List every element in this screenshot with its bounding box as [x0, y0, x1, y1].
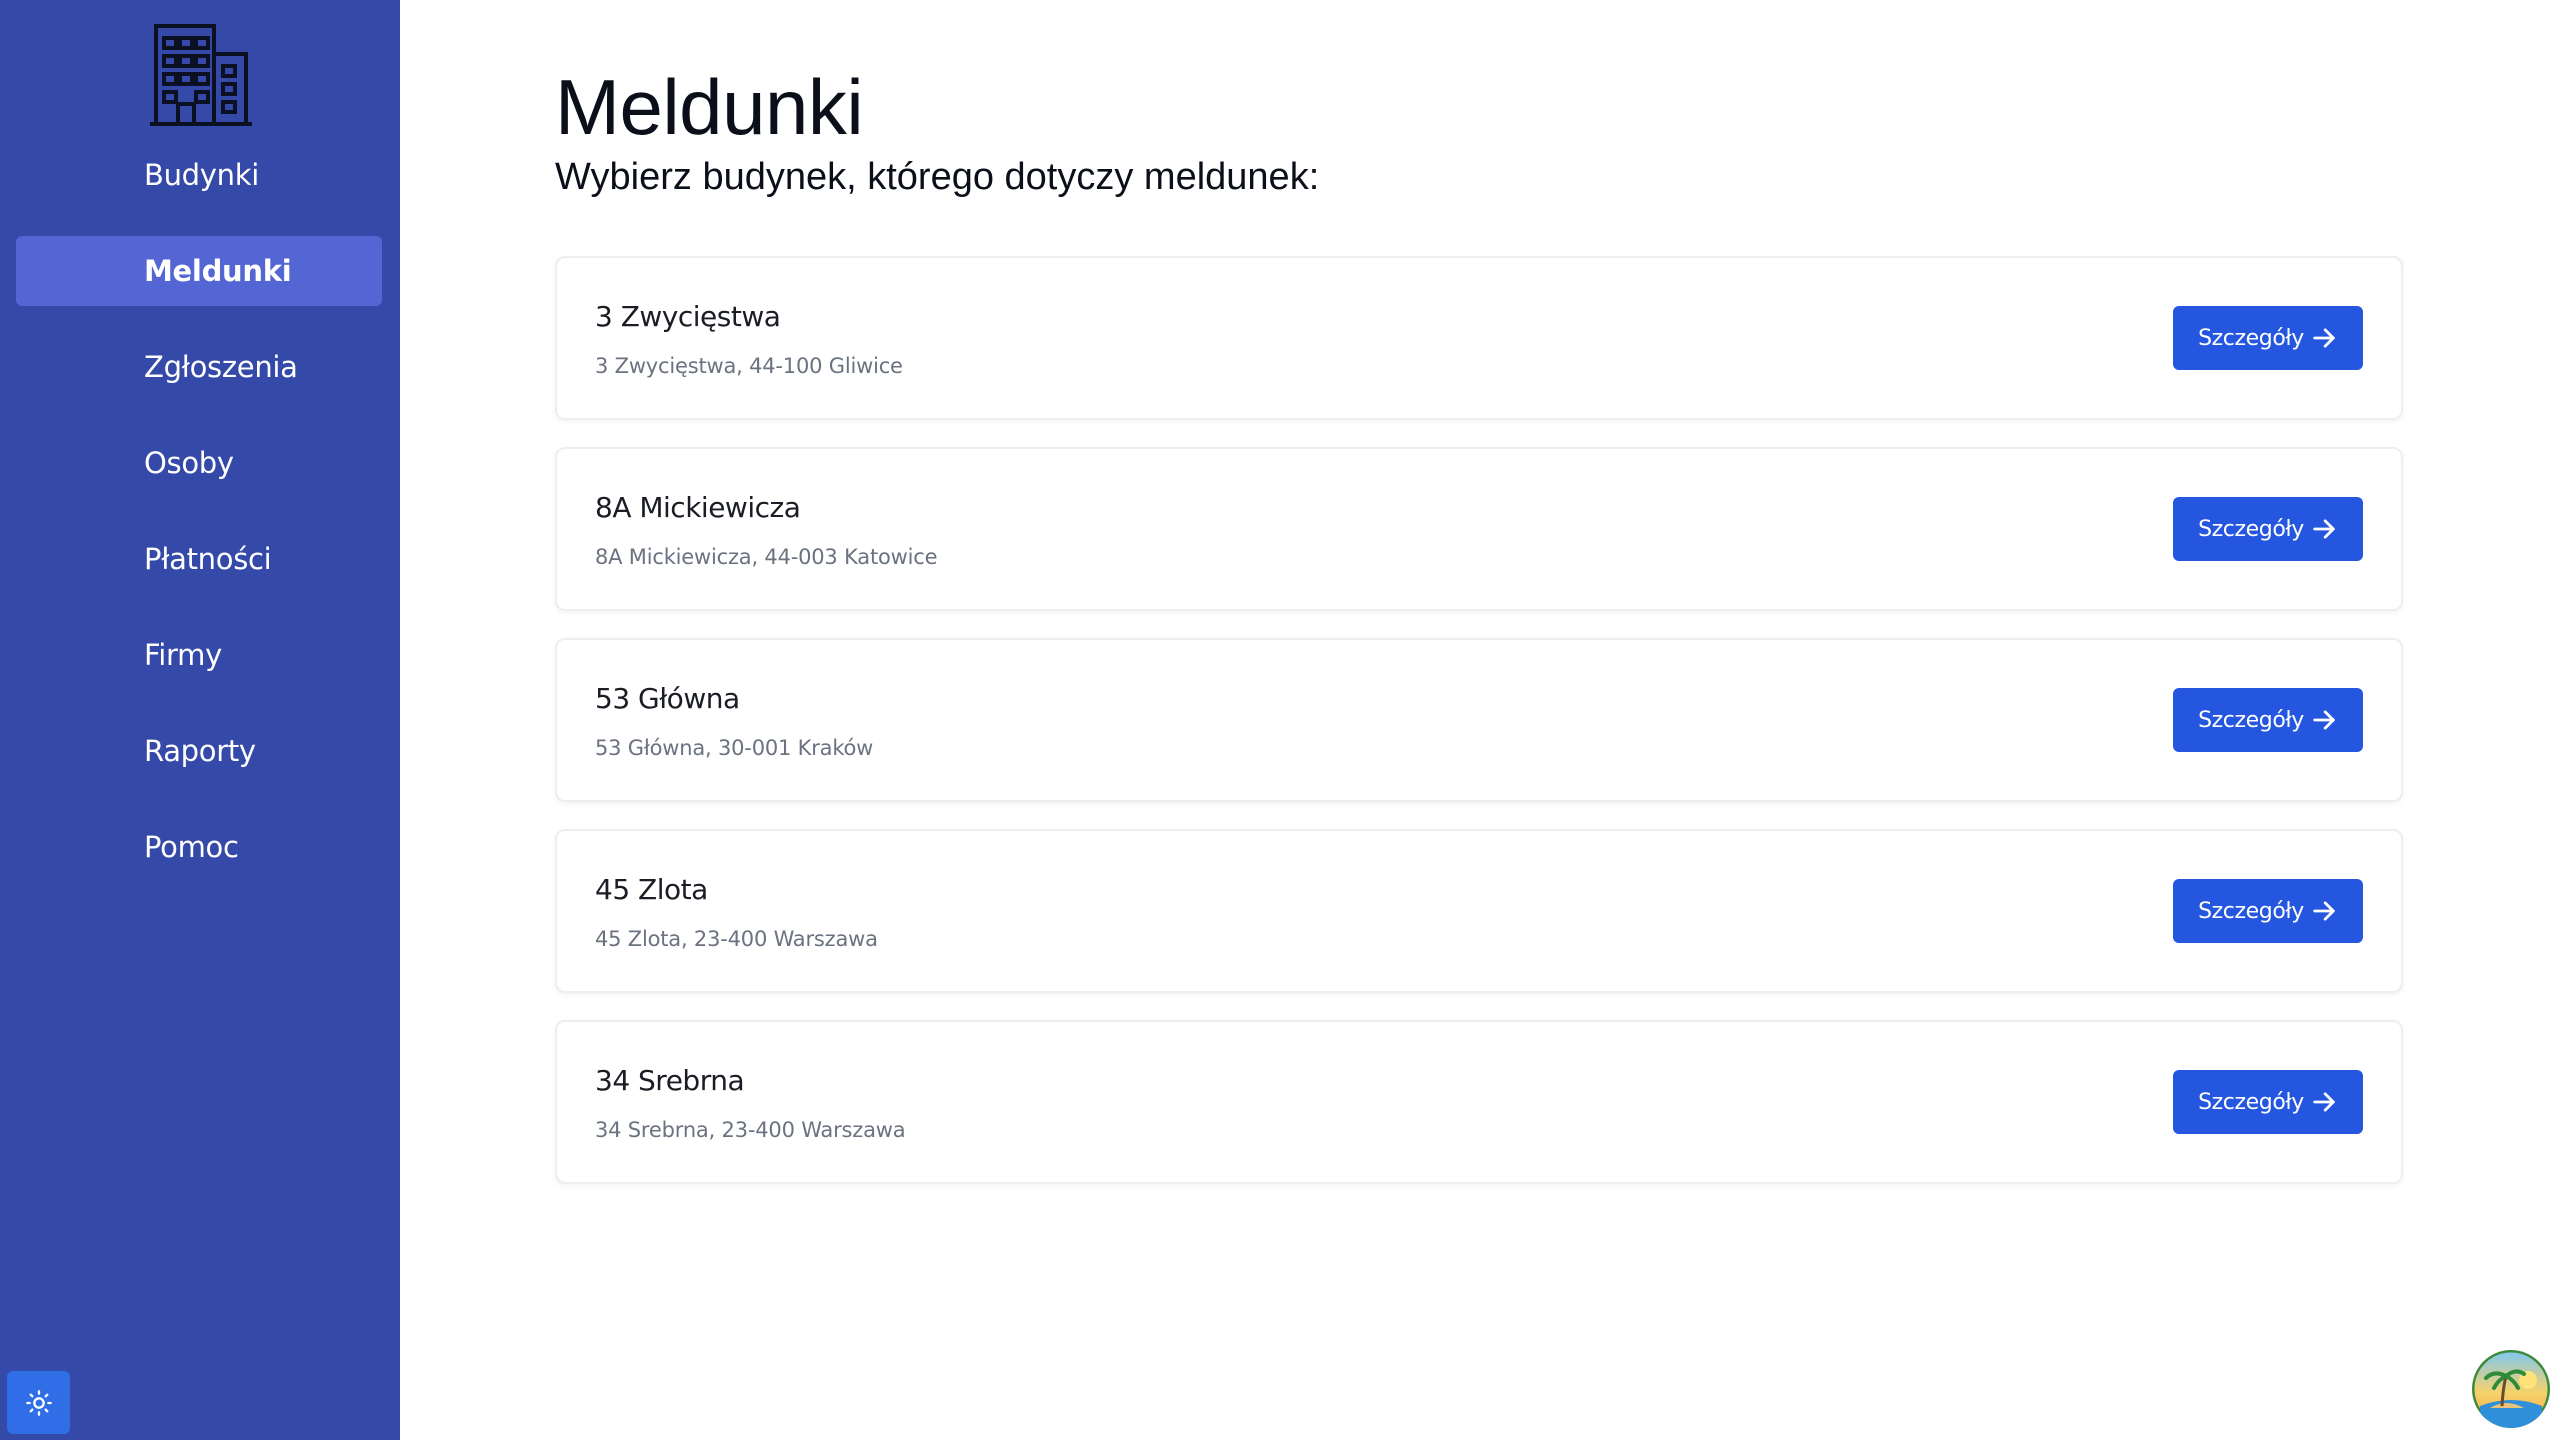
building-name: 34 Srebrna — [595, 1064, 745, 1097]
sidebar-item-label: Budynki — [144, 158, 259, 192]
building-address: 53 Główna, 30-001 Kraków — [595, 736, 874, 760]
sidebar-item-label: Osoby — [144, 446, 234, 480]
building-icon[interactable] — [148, 20, 254, 128]
details-button[interactable]: Szczegóły — [2173, 306, 2363, 370]
details-button-label: Szczegóły — [2198, 1089, 2304, 1115]
building-address: 45 Zlota, 23-400 Warszawa — [595, 927, 878, 951]
details-button[interactable]: Szczegóły — [2173, 497, 2363, 561]
app-root: Budynki Meldunki Zgłoszenia Osoby Płatno… — [0, 0, 2560, 1440]
sidebar-item-budynki[interactable]: Budynki — [16, 140, 382, 210]
page-title: Meldunki — [555, 63, 864, 151]
building-card: 53 Główna 53 Główna, 30-001 Kraków Szcze… — [555, 638, 2403, 802]
details-button-label: Szczegóły — [2198, 707, 2304, 733]
sidebar-item-label: Pomoc — [144, 830, 239, 864]
building-name: 53 Główna — [595, 682, 740, 715]
sidebar-item-osoby[interactable]: Osoby — [16, 428, 382, 498]
details-button[interactable]: Szczegóły — [2173, 1070, 2363, 1134]
theme-toggle-button[interactable] — [7, 1371, 70, 1434]
details-button-label: Szczegóły — [2198, 898, 2304, 924]
sun-icon — [25, 1389, 52, 1416]
page-subtitle: Wybierz budynek, którego dotyczy meldune… — [555, 156, 1320, 198]
arrow-right-icon — [2313, 1092, 2335, 1112]
assistant-avatar-button[interactable] — [2472, 1350, 2550, 1428]
details-button-label: Szczegóły — [2198, 325, 2304, 351]
sidebar-item-label: Zgłoszenia — [144, 350, 298, 384]
arrow-right-icon — [2313, 519, 2335, 539]
arrow-right-icon — [2313, 328, 2335, 348]
sidebar-item-pomoc[interactable]: Pomoc — [16, 812, 382, 882]
building-name: 3 Zwycięstwa — [595, 300, 781, 333]
building-address: 3 Zwycięstwa, 44-100 Gliwice — [595, 354, 903, 378]
details-button[interactable]: Szczegóły — [2173, 688, 2363, 752]
building-name: 45 Zlota — [595, 873, 708, 906]
sidebar-item-raporty[interactable]: Raporty — [16, 716, 382, 786]
sidebar-item-label: Meldunki — [144, 254, 292, 288]
main-content: Meldunki Wybierz budynek, którego dotycz… — [400, 0, 2560, 1440]
details-button[interactable]: Szczegóły — [2173, 879, 2363, 943]
sidebar-item-label: Płatności — [144, 542, 272, 576]
details-button-label: Szczegóły — [2198, 516, 2304, 542]
building-card: 34 Srebrna 34 Srebrna, 23-400 Warszawa S… — [555, 1020, 2403, 1184]
sidebar-item-platnosci[interactable]: Płatności — [16, 524, 382, 594]
building-card: 3 Zwycięstwa 3 Zwycięstwa, 44-100 Gliwic… — [555, 256, 2403, 420]
beach-island-icon — [2472, 1350, 2550, 1428]
sidebar-item-firmy[interactable]: Firmy — [16, 620, 382, 690]
building-name: 8A Mickiewicza — [595, 491, 801, 524]
building-address: 8A Mickiewicza, 44-003 Katowice — [595, 545, 938, 569]
arrow-right-icon — [2313, 710, 2335, 730]
sidebar-item-label: Firmy — [144, 638, 222, 672]
sidebar-item-meldunki[interactable]: Meldunki — [16, 236, 382, 306]
arrow-right-icon — [2313, 901, 2335, 921]
sidebar: Budynki Meldunki Zgłoszenia Osoby Płatno… — [0, 0, 400, 1440]
building-card: 8A Mickiewicza 8A Mickiewicza, 44-003 Ka… — [555, 447, 2403, 611]
sidebar-item-zgloszenia[interactable]: Zgłoszenia — [16, 332, 382, 402]
building-address: 34 Srebrna, 23-400 Warszawa — [595, 1118, 906, 1142]
building-card: 45 Zlota 45 Zlota, 23-400 Warszawa Szcze… — [555, 829, 2403, 993]
sidebar-item-label: Raporty — [144, 734, 256, 768]
